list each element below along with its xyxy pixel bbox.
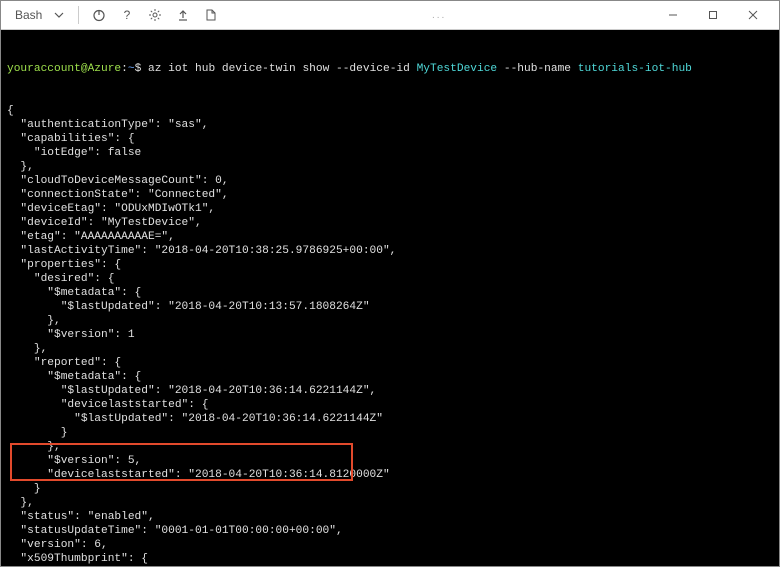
output-line: "capabilities": { (7, 132, 773, 146)
output-line: "properties": { (7, 258, 773, 272)
output-line: "etag": "AAAAAAAAAAE=", (7, 230, 773, 244)
maximize-button[interactable] (693, 2, 733, 28)
output-line: "devicelaststarted": "2018-04-20T10:36:1… (7, 468, 773, 482)
help-icon[interactable]: ? (119, 7, 135, 23)
command-device: MyTestDevice (417, 63, 498, 75)
terminal-window: Bash ? ... (0, 0, 780, 567)
output-line: "reported": { (7, 356, 773, 370)
terminal-body[interactable]: youraccount@Azure:~$ az iot hub device-t… (1, 30, 779, 566)
output-line: "$lastUpdated": "2018-04-20T10:36:14.622… (7, 384, 773, 398)
output-line: }, (7, 440, 773, 454)
window-controls (653, 2, 773, 28)
svg-text:?: ? (124, 8, 131, 22)
json-output: { "authenticationType": "sas", "capabili… (7, 104, 773, 566)
output-line: "x509Thumbprint": { (7, 552, 773, 566)
close-button[interactable] (733, 2, 773, 28)
output-line: "$lastUpdated": "2018-04-20T10:36:14.622… (7, 412, 773, 426)
shell-label: Bash (15, 8, 42, 22)
output-line: "$version": 1 (7, 328, 773, 342)
output-line: "lastActivityTime": "2018-04-20T10:38:25… (7, 244, 773, 258)
prompt-path: ~ (128, 63, 135, 75)
output-line: }, (7, 314, 773, 328)
output-line: "deviceEtag": "ODUxMDIwOTk1", (7, 202, 773, 216)
output-line: "desired": { (7, 272, 773, 286)
minimize-button[interactable] (653, 2, 693, 28)
separator (78, 6, 79, 24)
prompt-user: youraccount (7, 63, 81, 75)
upload-icon[interactable] (175, 7, 191, 23)
restart-icon[interactable] (91, 7, 107, 23)
titlebar: Bash ? ... (1, 1, 779, 30)
prompt-at: @ (81, 63, 88, 75)
output-line: }, (7, 496, 773, 510)
output-line: "devicelaststarted": { (7, 398, 773, 412)
output-line: "status": "enabled", (7, 510, 773, 524)
output-line: "version": 6, (7, 538, 773, 552)
settings-icon[interactable] (147, 7, 163, 23)
output-line: "deviceId": "MyTestDevice", (7, 216, 773, 230)
output-line: "statusUpdateTime": "0001-01-01T00:00:00… (7, 524, 773, 538)
output-line: "$lastUpdated": "2018-04-20T10:13:57.180… (7, 300, 773, 314)
shell-selector[interactable]: Bash (7, 6, 72, 24)
new-file-icon[interactable] (203, 7, 219, 23)
output-line: "iotEdge": false (7, 146, 773, 160)
output-line: "connectionState": "Connected", (7, 188, 773, 202)
prompt-colon: : (121, 63, 128, 75)
output-line: }, (7, 342, 773, 356)
output-line: "authenticationType": "sas", (7, 118, 773, 132)
drag-handle[interactable]: ... (225, 10, 653, 21)
output-line: "$metadata": { (7, 286, 773, 300)
command-prefix: az iot hub device-twin show --device-id (141, 63, 416, 75)
output-line: }, (7, 160, 773, 174)
prompt-host: Azure (88, 63, 122, 75)
prompt-line-1: youraccount@Azure:~$ az iot hub device-t… (7, 62, 773, 76)
output-line: } (7, 426, 773, 440)
command-hub: tutorials-iot-hub (578, 63, 692, 75)
command-middle: --hub-name (497, 63, 578, 75)
output-line: "$version": 5, (7, 454, 773, 468)
output-line: "$metadata": { (7, 370, 773, 384)
output-line: "cloudToDeviceMessageCount": 0, (7, 174, 773, 188)
chevron-down-icon (54, 10, 64, 20)
output-line: { (7, 104, 773, 118)
output-line: } (7, 482, 773, 496)
